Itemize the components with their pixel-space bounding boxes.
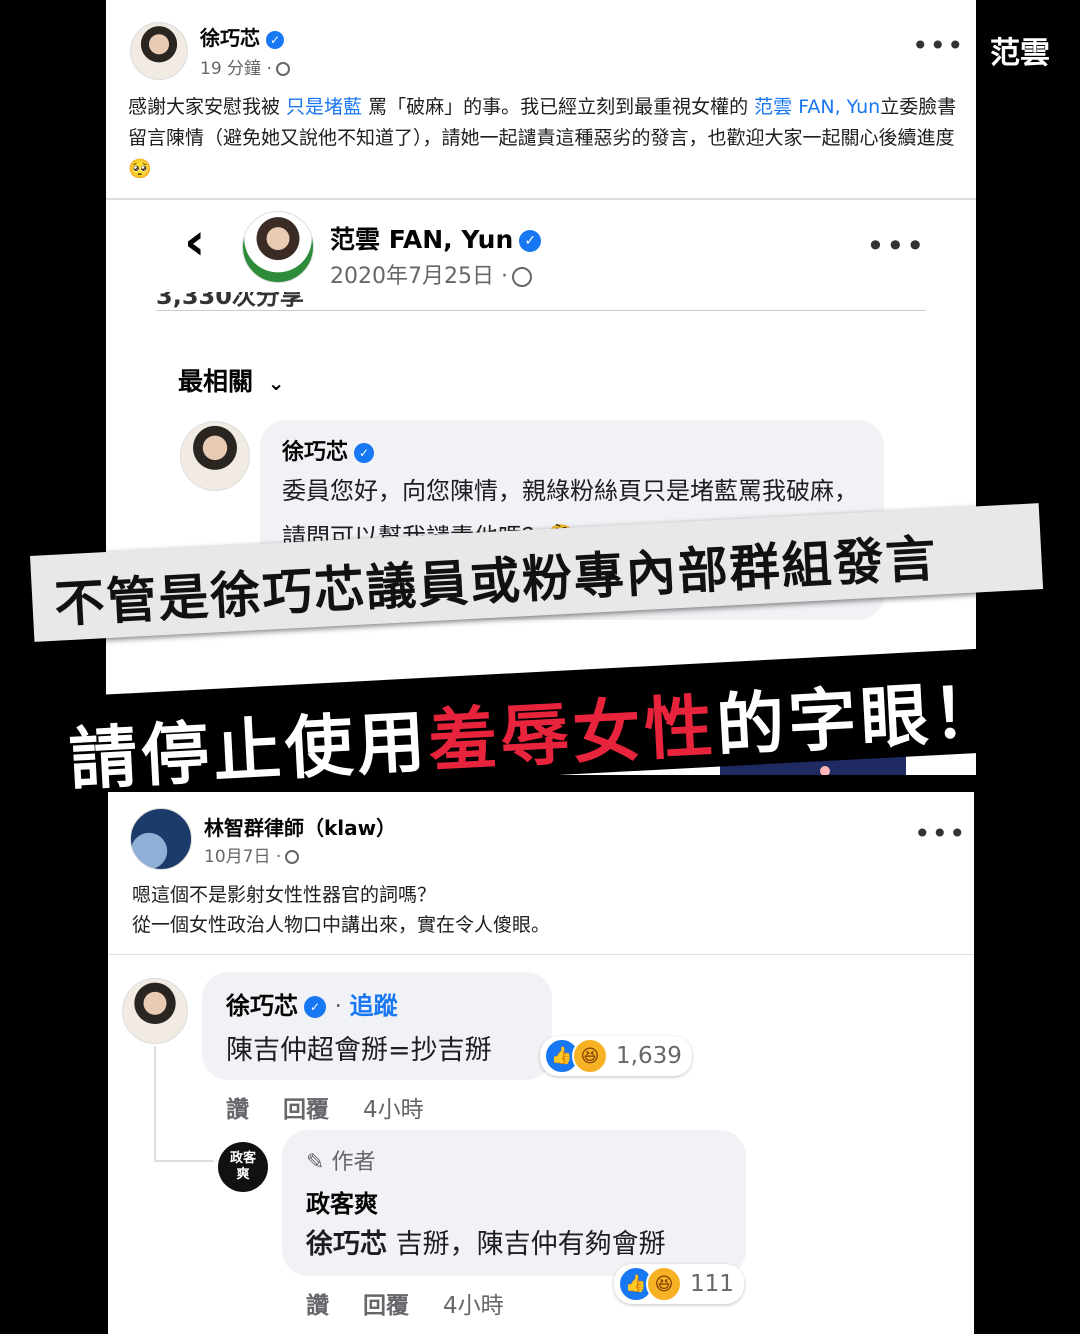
pencil-icon: ✎: [306, 1150, 325, 1175]
avatar[interactable]: [130, 22, 188, 80]
post-author[interactable]: 林智群律師（klaw）: [204, 812, 396, 841]
avatar[interactable]: [180, 421, 250, 491]
mention-link[interactable]: 只是堵藍: [286, 96, 362, 118]
post-text: 感謝大家安慰我被 只是堵藍 罵「破麻」的事。我已經立刻到最重視女權的 范雲 FA…: [128, 96, 957, 180]
verified-icon: ✓: [519, 230, 542, 252]
verified-icon: ✓: [304, 996, 326, 1018]
haha-reaction-icon: 😆: [572, 1038, 608, 1074]
post-author[interactable]: 徐巧芯 ✓: [200, 22, 284, 51]
divider: [106, 198, 976, 200]
reaction-summary[interactable]: 👍 😆 111: [614, 1264, 744, 1304]
thread-line: [154, 1046, 156, 1162]
back-icon[interactable]: ‹: [184, 212, 205, 272]
pleading-emoji-icon: 🥺: [128, 158, 152, 180]
mention-link[interactable]: 徐巧芯: [306, 1229, 387, 1260]
reply-author[interactable]: 政客爽: [306, 1184, 378, 1219]
reply-time[interactable]: 4小時: [443, 1286, 504, 1320]
reply-text: 徐巧芯 吉掰，陳吉仲有夠會掰: [306, 1229, 666, 1260]
like-button[interactable]: 讚: [226, 1090, 249, 1124]
globe-icon: [285, 850, 300, 864]
reaction-summary[interactable]: 👍 😆 1,639: [540, 1036, 692, 1076]
verified-icon: ✓: [354, 443, 375, 463]
comment-filter-dropdown[interactable]: 最相關 ⌄: [178, 362, 285, 398]
post-time[interactable]: 19 分鐘 ·: [200, 54, 290, 79]
avatar[interactable]: [242, 211, 314, 283]
globe-icon: [275, 62, 290, 76]
follow-button[interactable]: 追蹤: [350, 992, 398, 1020]
globe-icon: [511, 267, 532, 287]
reply-button[interactable]: 回覆: [283, 1090, 329, 1124]
post-date[interactable]: 2020年7月25日 ·: [330, 258, 532, 290]
haha-reaction-icon: 😆: [646, 1266, 682, 1302]
brand-label: 范雲: [990, 36, 1050, 71]
thread-branch: [154, 1160, 214, 1162]
page-author[interactable]: 范雲 FAN, Yun ✓: [330, 220, 542, 256]
verified-icon: ✓: [266, 30, 284, 49]
reply-bubble: ✎ 作者 政客爽 徐巧芯 吉掰，陳吉仲有夠會掰: [282, 1130, 746, 1276]
avatar[interactable]: [130, 808, 192, 870]
divider: [156, 310, 926, 311]
comment-author[interactable]: 徐巧芯 ✓ · 追蹤: [226, 986, 398, 1021]
more-options-icon[interactable]: •••: [912, 32, 965, 60]
avatar[interactable]: [122, 978, 188, 1044]
bottom-screenshot-panel: 林智群律師（klaw） 10月7日 · ••• 嗯這個不是影射女性性器官的詞嗎？…: [108, 792, 974, 1334]
more-options-icon[interactable]: •••: [866, 230, 926, 262]
mention-link[interactable]: 范雲 FAN, Yun: [754, 96, 880, 118]
avatar[interactable]: 政客爽: [218, 1142, 268, 1192]
comment-author[interactable]: 徐巧芯 ✓: [282, 434, 375, 466]
divider: [108, 954, 974, 955]
comment-actions: 讚 回覆 4小時: [226, 1090, 424, 1124]
like-button[interactable]: 讚: [306, 1286, 329, 1320]
post-text: 嗯這個不是影射女性性器官的詞嗎？ 從一個女性政治人物口中講出來，實在令人傻眼。: [132, 884, 551, 936]
comment-text: 陳吉仲超會掰=抄吉掰: [226, 1035, 492, 1066]
highlight-text: 羞辱女性: [426, 686, 719, 782]
author-badge: ✎ 作者: [306, 1150, 376, 1175]
reply-button[interactable]: 回覆: [363, 1286, 409, 1320]
more-options-icon[interactable]: •••: [914, 820, 967, 848]
share-count-cut: 3,330次分享: [156, 292, 304, 310]
post-date[interactable]: 10月7日 ·: [204, 842, 300, 867]
reply-actions: 讚 回覆 4小時: [306, 1286, 504, 1320]
comment-bubble: 徐巧芯 ✓ · 追蹤 陳吉仲超會掰=抄吉掰: [202, 972, 552, 1080]
chevron-down-icon: ⌄: [267, 371, 285, 395]
comment-time[interactable]: 4小時: [363, 1090, 424, 1124]
